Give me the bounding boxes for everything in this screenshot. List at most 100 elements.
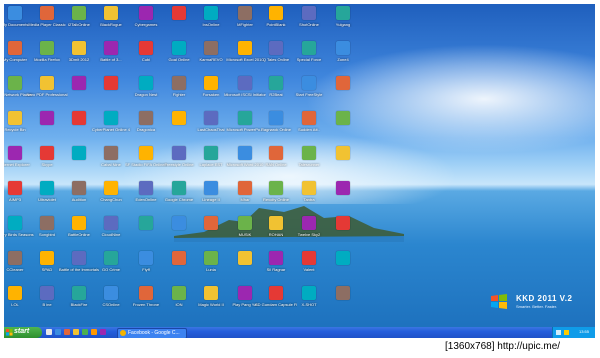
desktop-icons: My Documents Media Player Classic i2TalkOn… [4, 4, 364, 319]
app-icon [72, 181, 86, 195]
desktop-icon[interactable] [322, 76, 364, 116]
app-icon [302, 146, 316, 160]
app-icon [139, 286, 153, 300]
app-icon [204, 216, 218, 230]
app-icon [336, 216, 350, 230]
app-icon [72, 146, 86, 160]
app-icon [72, 251, 86, 265]
app-icon [8, 286, 22, 300]
app-icon [72, 76, 86, 90]
app-icon [104, 181, 118, 195]
volume-icon[interactable] [564, 330, 569, 335]
desktop-icon[interactable] [322, 146, 364, 186]
app-icon [204, 286, 218, 300]
app-icon [269, 6, 283, 20]
app-icon [204, 111, 218, 125]
app-icon [204, 41, 218, 55]
app-icon[interactable] [100, 329, 106, 335]
app-icon [104, 146, 118, 160]
app-icon [40, 6, 54, 20]
app-icon [336, 146, 350, 160]
watermark: [1360x768] http://upic.me/ [445, 341, 561, 352]
app-icon [139, 146, 153, 160]
app-icon [8, 216, 22, 230]
brand-title: KKD 2011 V.2 [516, 294, 573, 303]
show-desktop-icon[interactable] [46, 329, 52, 335]
app-icon [238, 286, 252, 300]
chrome-icon[interactable] [82, 329, 88, 335]
app-icon [104, 41, 118, 55]
app-icon [172, 76, 186, 90]
app-icon [8, 6, 22, 20]
app-icon [269, 41, 283, 55]
app-icon [238, 146, 252, 160]
app-icon [8, 181, 22, 195]
app-icon [269, 216, 283, 230]
app-icon [8, 111, 22, 125]
app-icon [104, 286, 118, 300]
internet-explorer-icon[interactable] [55, 329, 61, 335]
start-button[interactable]: start [4, 327, 42, 338]
start-label: start [14, 328, 30, 335]
app-icon [139, 6, 153, 20]
app-icon [336, 251, 350, 265]
media-player-icon[interactable] [91, 329, 97, 335]
quick-launch [46, 329, 116, 336]
windows-flag-icon [6, 329, 13, 336]
screenshot-frame: My Documents Media Player Classic i2TalkOn… [0, 0, 600, 358]
app-icon [40, 41, 54, 55]
app-icon [139, 41, 153, 55]
app-icon [104, 216, 118, 230]
app-icon [72, 216, 86, 230]
app-icon [302, 181, 316, 195]
brand-logo: KKD 2011 V.2 Smarter. Better. Faster. [486, 290, 595, 320]
app-icon [104, 6, 118, 20]
desktop-icon[interactable] [322, 286, 364, 326]
app-icon [40, 216, 54, 230]
app-icon [172, 6, 186, 20]
brand-subtitle: Smarter. Better. Faster. [516, 304, 558, 309]
app-icon [269, 76, 283, 90]
app-icon [40, 111, 54, 125]
chrome-icon [120, 330, 126, 336]
app-icon [238, 111, 252, 125]
app-icon [269, 286, 283, 300]
app-icon [204, 181, 218, 195]
app-icon [238, 76, 252, 90]
app-icon [172, 286, 186, 300]
app-icon [40, 286, 54, 300]
app-icon [204, 146, 218, 160]
firefox-icon[interactable] [64, 329, 70, 335]
app-icon [172, 216, 186, 230]
app-icon [302, 216, 316, 230]
app-icon [302, 111, 316, 125]
app-icon [72, 286, 86, 300]
taskbar: start Facebook - Google C... 13:55 [4, 327, 595, 338]
app-icon [139, 111, 153, 125]
app-icon [40, 76, 54, 90]
app-icon [72, 6, 86, 20]
app-icon [302, 251, 316, 265]
app-icon [302, 76, 316, 90]
clock: 13:55 [579, 329, 590, 334]
app-icon [8, 146, 22, 160]
app-icon [269, 251, 283, 265]
app-icon [40, 181, 54, 195]
network-icon[interactable] [556, 330, 561, 335]
desktop-icon-label: Zone4 [337, 57, 349, 62]
desktop-icon[interactable] [322, 181, 364, 221]
taskbar-window-facebook[interactable]: Facebook - Google C... [117, 328, 187, 338]
windows-logo-icon [491, 294, 507, 309]
app-icon [204, 251, 218, 265]
desktop-icon[interactable]: Zone4 [322, 41, 364, 81]
desktop-icon[interactable] [322, 251, 364, 291]
app-icon [238, 6, 252, 20]
desktop-icon[interactable]: Yulgang [322, 6, 364, 46]
app-icon [336, 41, 350, 55]
desktop-icon[interactable] [322, 216, 364, 256]
app-icon [72, 41, 86, 55]
desktop-icon[interactable] [322, 111, 364, 151]
app-icon [172, 146, 186, 160]
app-icon [269, 111, 283, 125]
folder-icon[interactable] [73, 329, 79, 335]
